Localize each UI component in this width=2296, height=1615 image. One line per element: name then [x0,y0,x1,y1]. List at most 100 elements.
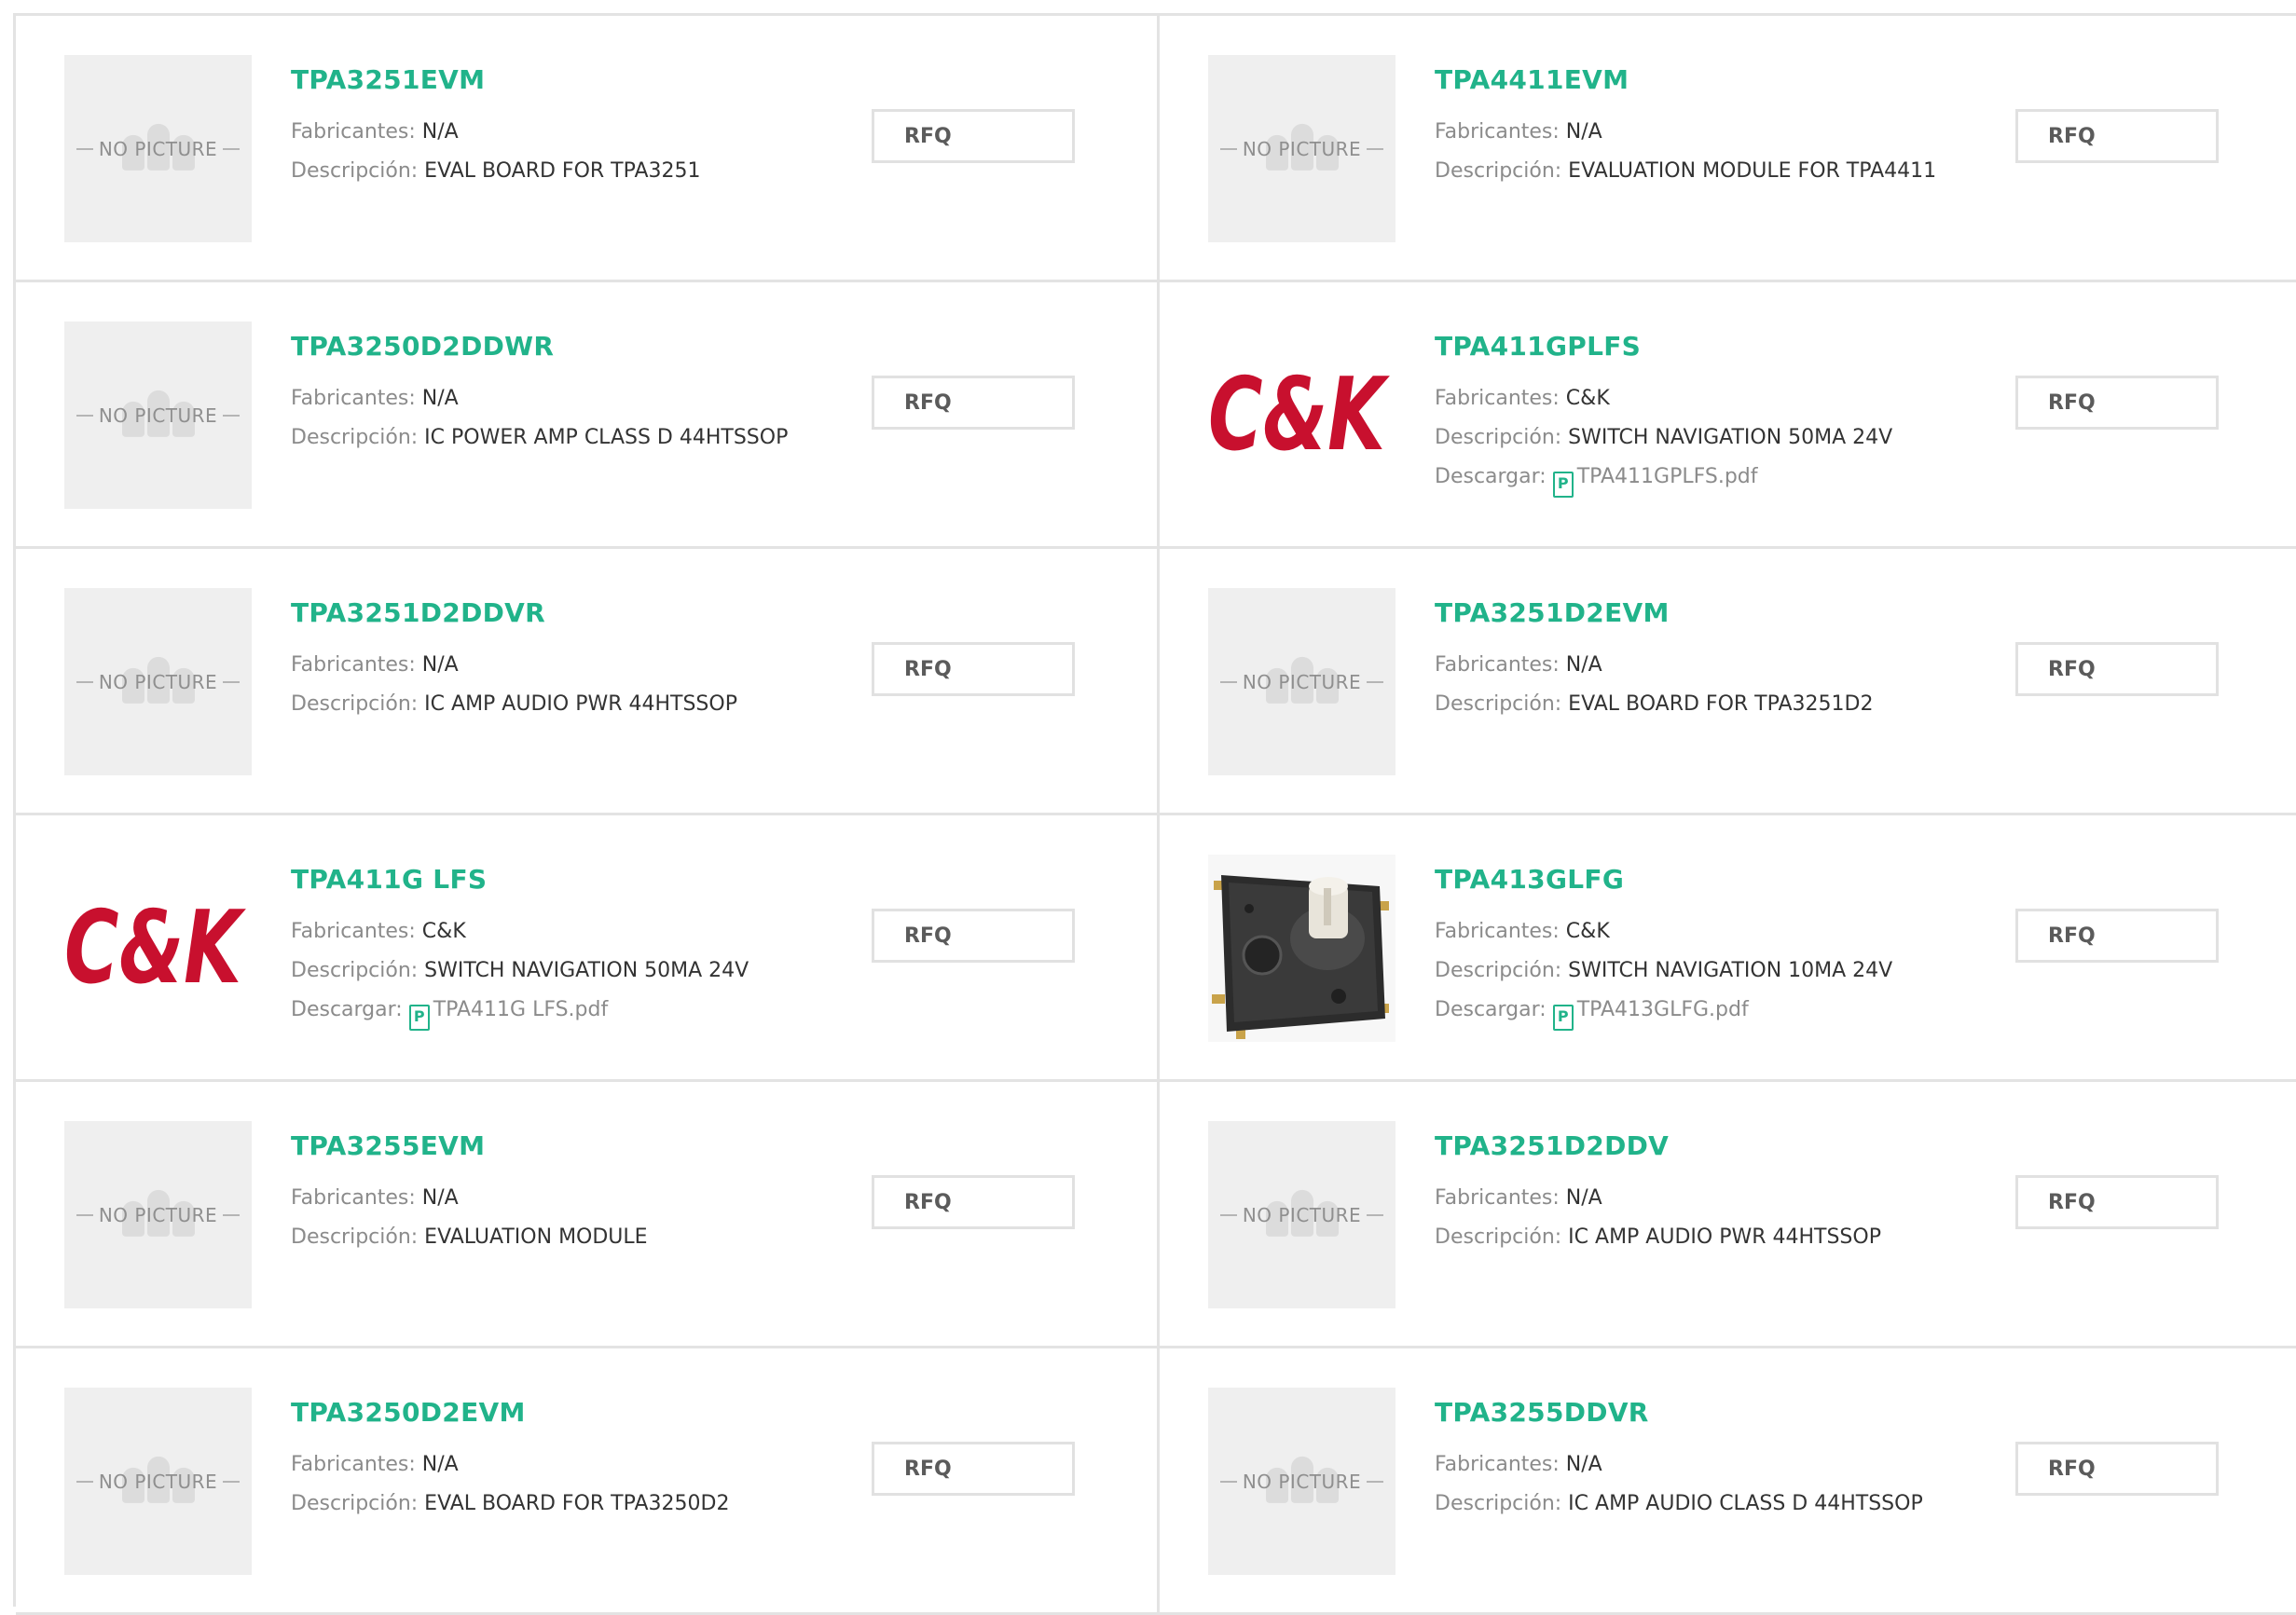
product-name-link[interactable]: TPA3251D2DDV [1435,1129,1994,1164]
no-picture-label: NO PICTURE [1242,1203,1362,1226]
product-card: NO PICTURE TPA3251D2DDVR Fabricantes: N/… [16,549,1160,815]
pdf-file-icon: P [1552,472,1574,498]
description-row: Descripción: IC AMP AUDIO PWR 44HTSSOP [291,685,850,724]
product-name-link[interactable]: TPA3255DDVR [1435,1395,1994,1430]
manufacturer-label: Fabricantes: [1435,387,1566,410]
description-value: EVAL BOARD FOR TPA3250D2 [424,1492,730,1515]
manufacturer-row: Fabricantes: N/A [1435,113,1994,152]
manufacturer-label: Fabricantes: [1435,653,1566,677]
description-value: SWITCH NAVIGATION 50MA 24V [424,959,749,982]
rfq-button[interactable]: RFQ [872,642,1075,696]
pdf-file-icon: P [1552,1005,1574,1031]
manufacturer-row: Fabricantes: N/A [291,646,850,685]
svg-text:C&K: C&K [1208,360,1390,472]
product-card: TPA413GLFG Fabricantes: C&K Descripción:… [1160,815,2296,1082]
product-name-link[interactable]: TPA3251D2EVM [1435,595,1994,631]
no-picture-placeholder: NO PICTURE [1208,55,1395,242]
product-name-link[interactable]: TPA411GPLFS [1435,329,1994,364]
product-grid: NO PICTURE TPA3251EVM Fabricantes: N/A D… [13,13,2296,1615]
rfq-button[interactable]: RFQ [872,1442,1075,1496]
manufacturer-row: Fabricantes: C&K [1435,379,1994,418]
description-label: Descripción: [1435,426,1569,449]
rfq-button[interactable]: RFQ [2015,376,2219,430]
rfq-button[interactable]: RFQ [2015,109,2219,163]
product-name-link[interactable]: TPA3251EVM [291,62,850,98]
manufacturer-label: Fabricantes: [1435,920,1566,943]
ck-brand-logo-icon: C&K [64,855,252,1042]
no-picture-label: NO PICTURE [1242,1470,1362,1493]
download-row: Descargar: P TPA411GPLFS.pdf [1435,458,1994,498]
description-label: Descripción: [291,159,425,183]
no-picture-label: NO PICTURE [98,1203,218,1226]
datasheet-link[interactable]: TPA411G LFS.pdf [433,998,609,1021]
product-name-link[interactable]: TPA4411EVM [1435,62,1994,98]
no-picture-label: NO PICTURE [1242,137,1362,160]
product-name-link[interactable]: TPA411G LFS [291,862,850,897]
description-value: EVAL BOARD FOR TPA3251 [424,159,701,183]
product-card: NO PICTURE TPA3251D2EVM Fabricantes: N/A… [1160,549,2296,815]
product-name-link[interactable]: TPA3251D2DDVR [291,595,850,631]
manufacturer-value: N/A [421,1186,459,1210]
rfq-button[interactable]: RFQ [2015,642,2219,696]
description-value: SWITCH NAVIGATION 50MA 24V [1568,426,1893,449]
product-name-link[interactable]: TPA413GLFG [1435,862,1994,897]
manufacturer-row: Fabricantes: N/A [291,113,850,152]
description-value: IC AMP AUDIO PWR 44HTSSOP [424,692,737,716]
description-value: IC AMP AUDIO CLASS D 44HTSSOP [1568,1492,1923,1515]
manufacturer-value: N/A [1565,653,1602,677]
description-value: EVAL BOARD FOR TPA3251D2 [1568,692,1874,716]
manufacturer-value: N/A [1565,120,1602,144]
product-name-link[interactable]: TPA3250D2EVM [291,1395,850,1430]
product-card: NO PICTURE TPA3255DDVR Fabricantes: N/A … [1160,1348,2296,1615]
rfq-button[interactable]: RFQ [872,109,1075,163]
product-name-link[interactable]: TPA3250D2DDWR [291,329,850,364]
rfq-button[interactable]: RFQ [2015,1442,2219,1496]
product-card: C&K TPA411GPLFS Fabricantes: C&K Descrip… [1160,282,2296,549]
manufacturer-value: N/A [421,653,459,677]
description-row: Descripción: IC AMP AUDIO PWR 44HTSSOP [1435,1218,1994,1257]
description-row: Descripción: SWITCH NAVIGATION 50MA 24V [1435,418,1994,458]
product-name-link[interactable]: TPA3255EVM [291,1129,850,1164]
description-label: Descripción: [291,692,425,716]
description-row: Descripción: IC AMP AUDIO CLASS D 44HTSS… [1435,1485,1994,1524]
manufacturer-label: Fabricantes: [291,653,422,677]
manufacturer-label: Fabricantes: [1435,120,1566,144]
rfq-button[interactable]: RFQ [872,1175,1075,1229]
product-card: NO PICTURE TPA3251EVM Fabricantes: N/A D… [16,16,1160,282]
description-label: Descripción: [291,959,425,982]
rfq-button[interactable]: RFQ [2015,1175,2219,1229]
description-label: Descripción: [291,1492,425,1515]
no-picture-placeholder: NO PICTURE [1208,1388,1395,1575]
datasheet-link[interactable]: TPA413GLFG.pdf [1577,998,1749,1021]
product-card: NO PICTURE TPA3250D2EVM Fabricantes: N/A… [16,1348,1160,1615]
no-picture-label: NO PICTURE [98,1470,218,1493]
navigation-switch-image-icon [1208,855,1395,1042]
no-picture-placeholder: NO PICTURE [64,1121,252,1308]
pdf-file-icon: P [408,1005,430,1031]
manufacturer-label: Fabricantes: [1435,1186,1566,1210]
manufacturer-value: N/A [1565,1186,1602,1210]
ck-brand-logo-icon: C&K [1208,322,1395,509]
download-row: Descargar: P TPA413GLFG.pdf [1435,991,1994,1031]
manufacturer-value: C&K [1565,920,1610,943]
ck-logo-graphic: C&K [1208,360,1390,472]
rfq-button[interactable]: RFQ [872,909,1075,963]
no-picture-placeholder: NO PICTURE [1208,588,1395,775]
rfq-button[interactable]: RFQ [2015,909,2219,963]
product-card: NO PICTURE TPA3251D2DDV Fabricantes: N/A… [1160,1082,2296,1348]
manufacturer-value: C&K [1565,387,1610,410]
no-picture-label: NO PICTURE [1242,670,1362,693]
no-picture-placeholder: NO PICTURE [1208,1121,1395,1308]
manufacturer-label: Fabricantes: [291,1186,422,1210]
product-card: NO PICTURE TPA4411EVM Fabricantes: N/A D… [1160,16,2296,282]
manufacturer-value: N/A [1565,1453,1602,1476]
manufacturer-row: Fabricantes: N/A [1435,646,1994,685]
description-label: Descripción: [291,1225,425,1249]
rfq-button[interactable]: RFQ [872,376,1075,430]
no-picture-placeholder: NO PICTURE [64,322,252,509]
no-picture-placeholder: NO PICTURE [64,588,252,775]
manufacturer-label: Fabricantes: [291,920,422,943]
manufacturer-label: Fabricantes: [1435,1453,1566,1476]
product-card: NO PICTURE TPA3250D2DDWR Fabricantes: N/… [16,282,1160,549]
datasheet-link[interactable]: TPA411GPLFS.pdf [1577,465,1758,488]
